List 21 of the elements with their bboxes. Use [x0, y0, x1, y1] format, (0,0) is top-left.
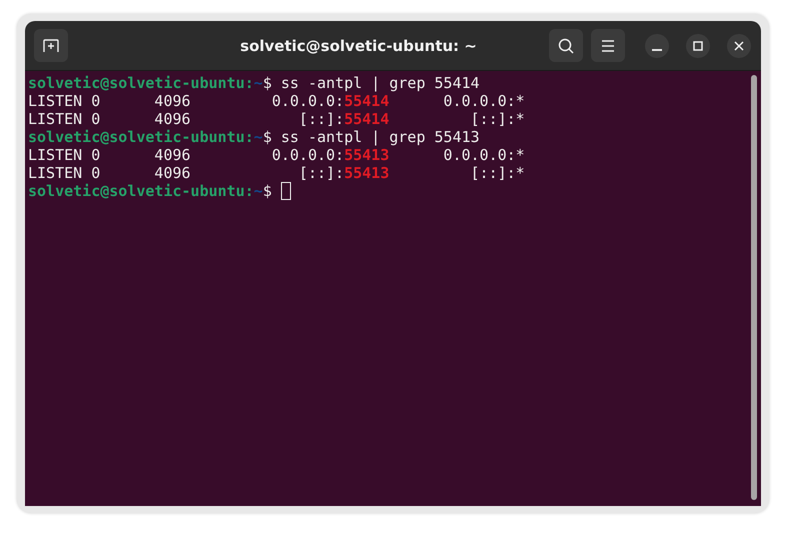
search-button[interactable]: [549, 29, 583, 62]
window-title: solvetic@solvetic-ubuntu: ~: [239, 36, 478, 54]
search-icon: [557, 36, 575, 54]
terminal-line: solvetic@solvetic-ubuntu:~$: [28, 182, 273, 200]
menu-icon: [600, 38, 616, 52]
close-icon: [734, 40, 744, 50]
scrollbar[interactable]: [751, 75, 757, 500]
menu-button[interactable]: [591, 29, 625, 62]
new-tab-icon: [42, 38, 60, 54]
minimize-icon: [652, 48, 662, 50]
terminal-line: LISTEN 0 4096 0.0.0.0:55414 0.0.0.0:*: [28, 92, 525, 110]
maximize-button[interactable]: [686, 34, 710, 58]
terminal-line: LISTEN 0 4096 [::]:55414 [::]:*: [28, 110, 525, 128]
terminal-line: solvetic@solvetic-ubuntu:~$ ss -antpl | grep 55414: [28, 74, 480, 92]
close-button[interactable]: [727, 34, 751, 58]
maximize-icon: [693, 40, 703, 50]
terminal-line: LISTEN 0 4096 [::]:55413 [::]:*: [28, 164, 525, 182]
terminal-line: solvetic@solvetic-ubuntu:~$ ss -antpl | grep 55413: [28, 128, 480, 146]
new-tab-button[interactable]: [34, 29, 68, 62]
terminal-line: LISTEN 0 4096 0.0.0.0:55413 0.0.0.0:*: [28, 146, 525, 164]
minimize-button[interactable]: [645, 34, 669, 58]
